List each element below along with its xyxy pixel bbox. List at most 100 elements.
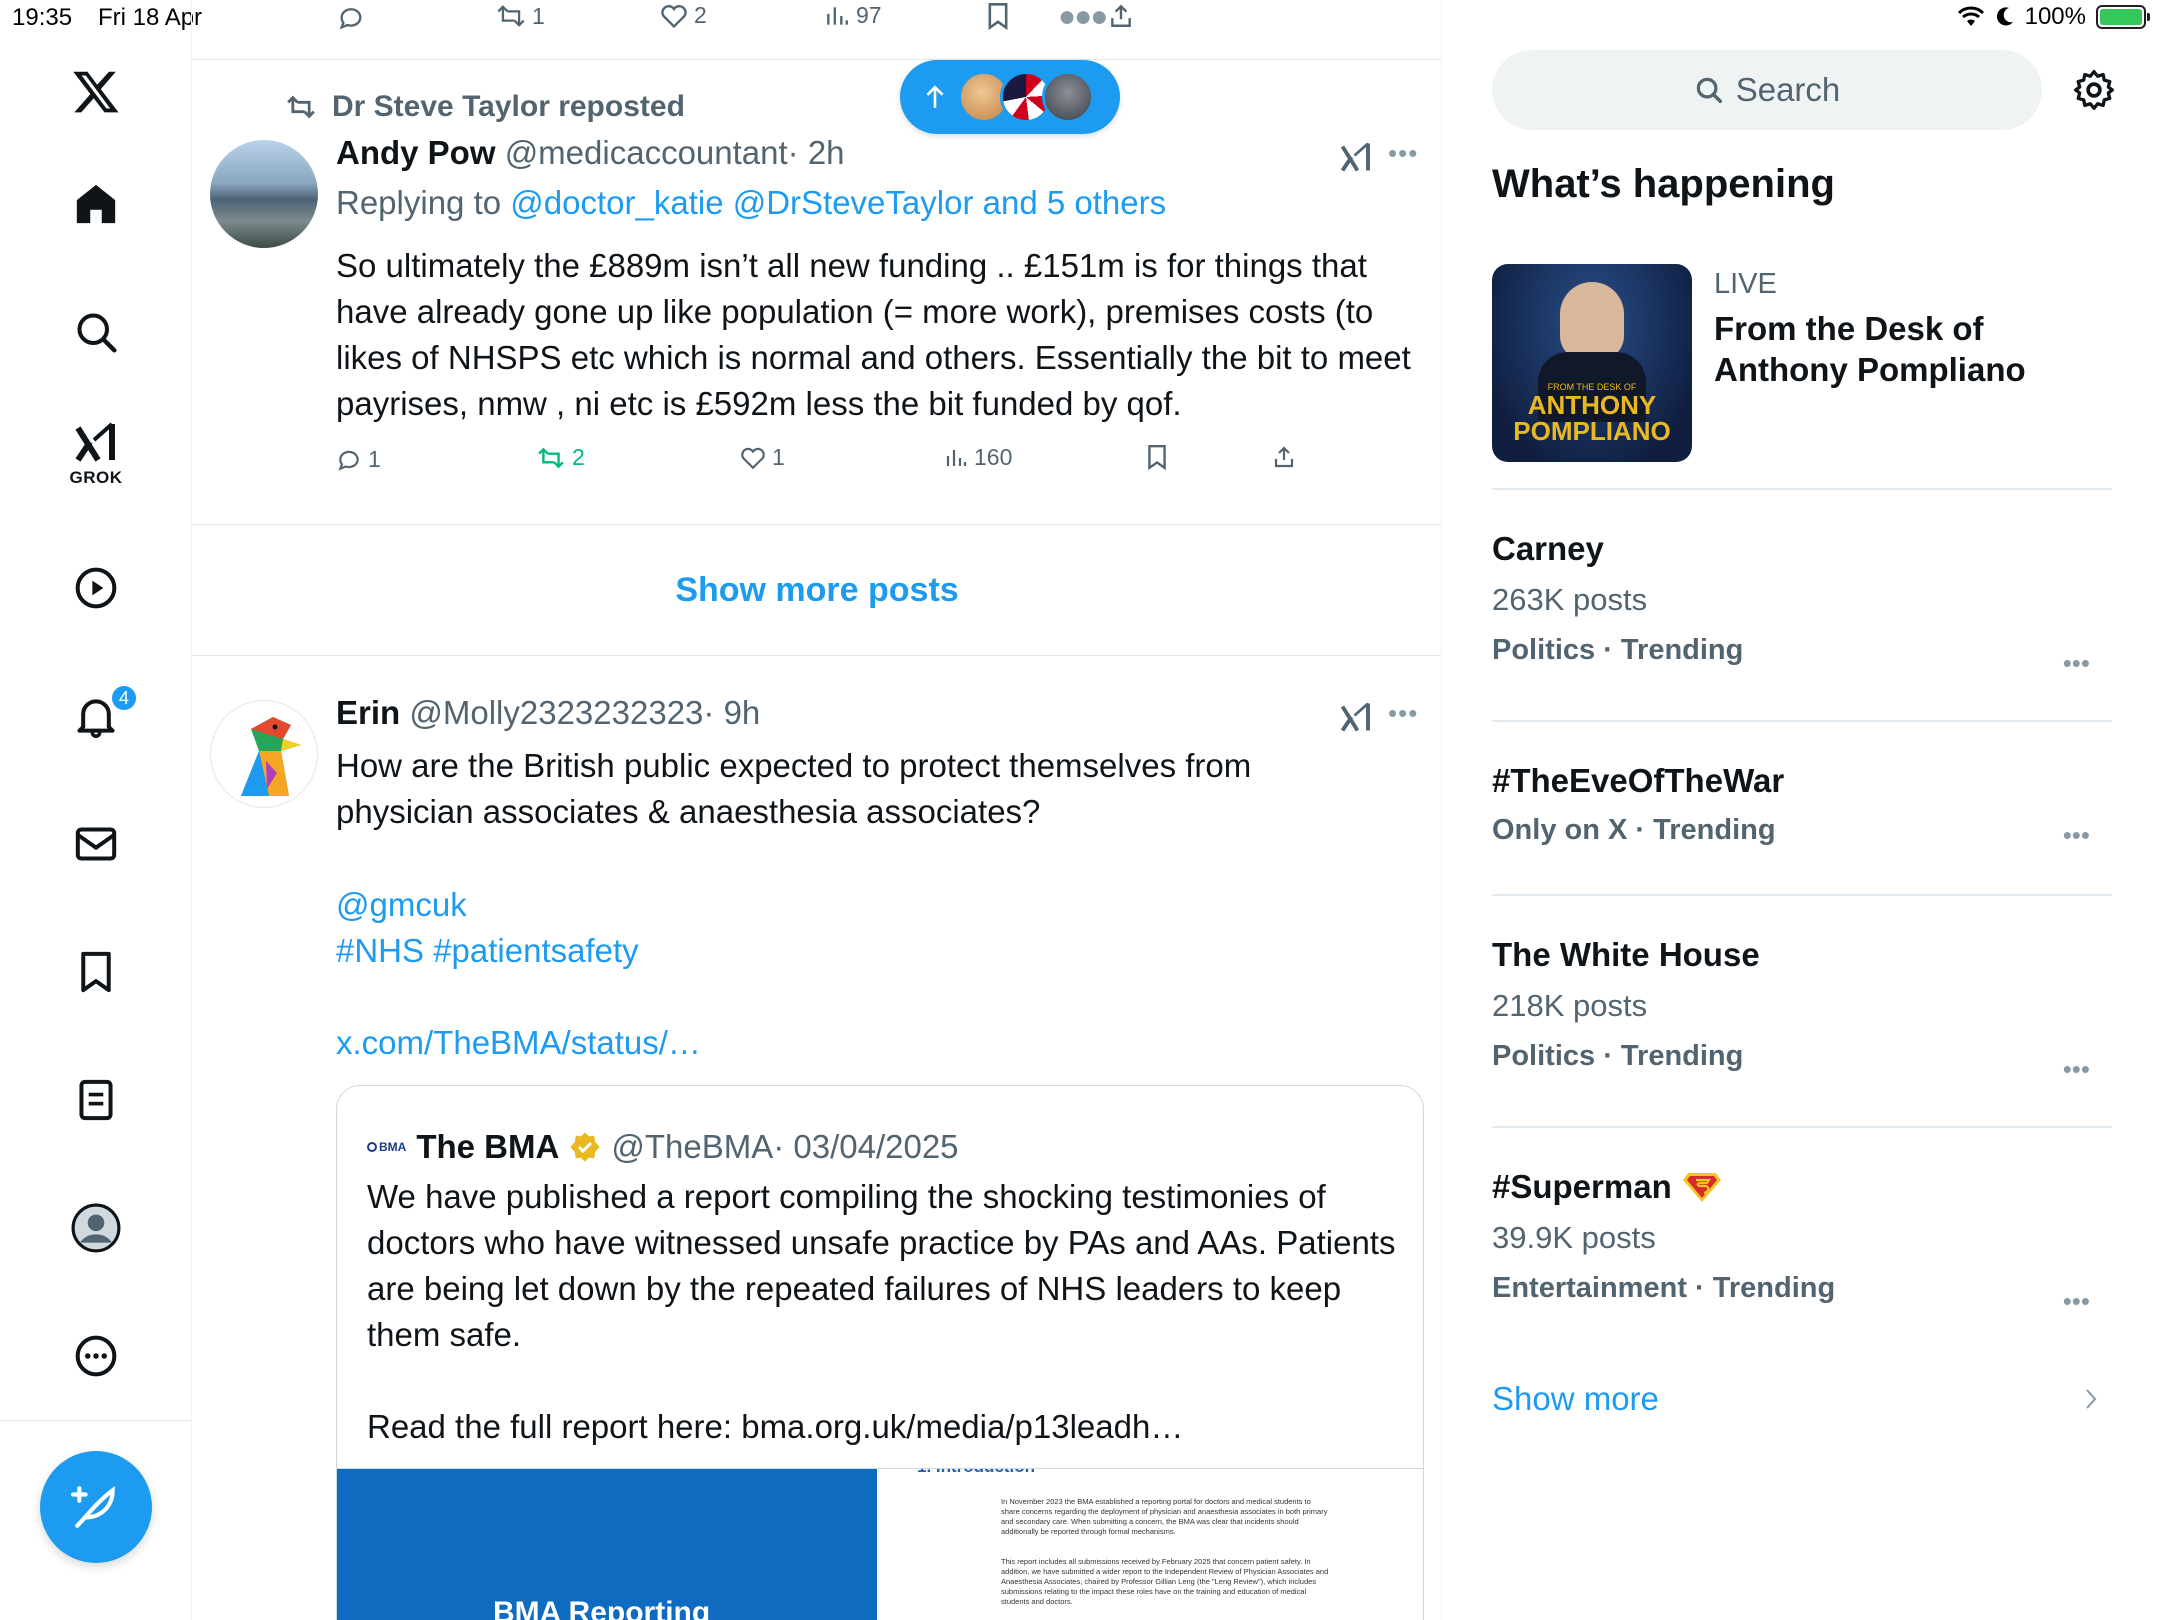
mention-link[interactable]: @gmcuk xyxy=(336,882,467,928)
nav-divider xyxy=(0,1420,192,1421)
reply-button[interactable]: 1 xyxy=(336,446,381,473)
nav-home[interactable] xyxy=(64,172,128,236)
live-title: From the Desk of Anthony Pompliano xyxy=(1714,310,2026,388)
trend-name: Carney xyxy=(1492,530,1604,567)
report-cover-image[interactable]: BMA Reporting xyxy=(337,1469,877,1620)
live-event-item[interactable]: FROM THE DESK OF ANTHONY POMPLIANO LIVE … xyxy=(1492,264,2112,464)
trend-posts: 263K posts xyxy=(1492,582,1648,617)
tweet-link[interactable]: x.com/TheBMA/status/… xyxy=(336,1020,701,1066)
report-page-image[interactable]: 1. Introduction In November 2023 the BMA… xyxy=(877,1469,1423,1620)
trend-more-button[interactable]: ••• xyxy=(2063,1286,2090,1317)
retweet-button[interactable]: 1 xyxy=(496,2,545,30)
settings-button[interactable] xyxy=(2072,68,2116,112)
author-name[interactable]: Andy Pow xyxy=(336,134,496,171)
share-icon xyxy=(1108,2,1134,30)
tweet-time: · 9h xyxy=(703,694,761,731)
tweet-time: · 2h xyxy=(787,134,845,171)
divider xyxy=(1492,1126,2112,1128)
host-portrait xyxy=(1560,282,1624,360)
author-handle[interactable]: @medicaccountant xyxy=(505,134,788,171)
quoted-tweet-card[interactable]: BMA The BMA @TheBMA · 03/04/2025 We have … xyxy=(336,1085,1424,1620)
author-name[interactable]: Erin xyxy=(336,694,400,731)
nav-explore[interactable] xyxy=(64,300,128,364)
avatar[interactable] xyxy=(210,700,318,808)
trend-meta: Politics · Trending xyxy=(1492,634,1744,666)
nav-messages[interactable] xyxy=(64,812,128,876)
verified-gold-badge-icon xyxy=(569,1131,601,1163)
show-more-trends-link[interactable]: Show more xyxy=(1492,1380,2112,1418)
views-count: 97 xyxy=(856,2,882,28)
tweet-text: How are the British public expected to p… xyxy=(336,747,1252,830)
more-dots-button[interactable]: ●●● xyxy=(1058,0,1108,34)
trend-more-button[interactable]: ••• xyxy=(2063,820,2090,851)
nav-grok[interactable]: GROK xyxy=(64,418,128,487)
search-input[interactable]: Search xyxy=(1492,50,2042,130)
trend-posts: 218K posts xyxy=(1492,988,1648,1023)
eagle-avatar-icon xyxy=(241,717,301,796)
tweet-header: Andy Pow @medicaccountant· 2h xyxy=(336,134,845,172)
bookmark-icon xyxy=(76,950,116,994)
trend-item[interactable]: The White House 218K posts Politics · Tr… xyxy=(1492,936,2112,1084)
whats-happening-heading: What’s happening xyxy=(1492,162,1835,206)
nav-bookmarks[interactable] xyxy=(64,940,128,1004)
reply-button[interactable] xyxy=(337,4,371,32)
x-logo-icon[interactable] xyxy=(64,60,128,124)
share-button[interactable] xyxy=(1272,444,1296,470)
tweet-more-button[interactable]: ••• xyxy=(1388,138,1418,169)
nav-articles[interactable] xyxy=(64,1068,128,1132)
more-dots-icon: ●●● xyxy=(1058,0,1108,33)
grok-icon xyxy=(1338,140,1374,174)
new-posts-pill[interactable] xyxy=(900,60,1120,134)
bookmark-button[interactable] xyxy=(986,2,1010,30)
retweet-icon xyxy=(536,445,566,471)
reply-icon xyxy=(337,4,365,32)
grok-explain-button[interactable] xyxy=(1338,700,1374,734)
share-button[interactable] xyxy=(1108,2,1134,30)
report-paragraph: This report includes all submissions rec… xyxy=(1001,1557,1329,1606)
grok-icon xyxy=(1338,700,1374,734)
trend-more-button[interactable]: ••• xyxy=(2063,1054,2090,1085)
hashtag-links[interactable]: #NHS #patientsafety xyxy=(336,928,639,974)
show-more-label: Show more xyxy=(1492,1380,1659,1417)
trend-item[interactable]: Carney 263K posts Politics · Trending ••… xyxy=(1492,530,2112,678)
bma-logo-text: BMA xyxy=(379,1140,407,1154)
retweet-button[interactable]: 2 xyxy=(536,444,585,471)
quote-handle: @TheBMA xyxy=(611,1128,774,1165)
compose-button[interactable] xyxy=(40,1451,152,1563)
show-more-posts-link[interactable]: Show more posts xyxy=(192,525,1441,655)
like-button[interactable]: 2 xyxy=(660,2,707,29)
bookmark-button[interactable] xyxy=(1146,444,1168,470)
avatar[interactable] xyxy=(210,140,318,248)
views-button[interactable]: 97 xyxy=(824,2,882,29)
thumb-title-2: POMPLIANO xyxy=(1513,416,1671,446)
trend-item[interactable]: #Superman 39.9K posts Entertainment · Tr… xyxy=(1492,1168,2112,1316)
report-heading: 1. Introduction xyxy=(917,1469,1035,1477)
nav-video[interactable] xyxy=(64,556,128,620)
trend-posts: 39.9K posts xyxy=(1492,1220,1656,1255)
trend-name: #Superman xyxy=(1492,1168,1672,1205)
chevron-right-icon xyxy=(2084,1387,2098,1411)
trend-more-button[interactable]: ••• xyxy=(2063,648,2090,679)
grok-explain-button[interactable] xyxy=(1338,140,1374,174)
like-button[interactable]: 1 xyxy=(740,444,785,471)
retweet-count: 1 xyxy=(532,2,545,29)
nav-profile[interactable] xyxy=(64,1196,128,1260)
live-thumbnail: FROM THE DESK OF ANTHONY POMPLIANO xyxy=(1492,264,1692,462)
views-button[interactable]: 160 xyxy=(944,444,1012,471)
heart-icon xyxy=(740,446,766,470)
left-nav: GROK 4 xyxy=(0,0,192,1620)
trend-item[interactable]: #TheEveOfTheWar Only on X · Trending ••• xyxy=(1492,762,2112,850)
nav-more[interactable] xyxy=(64,1324,128,1388)
divider xyxy=(1492,894,2112,896)
reply-icon xyxy=(336,447,362,473)
grok-label: GROK xyxy=(69,468,123,487)
nav-notifications[interactable]: 4 xyxy=(64,684,138,748)
views-icon xyxy=(824,3,850,29)
heart-icon xyxy=(660,3,688,29)
replying-mentions[interactable]: @doctor_katie @DrSteveTaylor and 5 other… xyxy=(510,184,1166,221)
tweet-more-button[interactable]: ••• xyxy=(1388,698,1418,729)
quote-text: We have published a report compiling the… xyxy=(367,1178,1396,1353)
author-handle[interactable]: @Molly2323232323 xyxy=(409,694,703,731)
tweet-header: Erin @Molly2323232323· 9h xyxy=(336,694,760,732)
quote-read-more: Read the full report here: bma.org.uk/me… xyxy=(367,1408,1184,1445)
